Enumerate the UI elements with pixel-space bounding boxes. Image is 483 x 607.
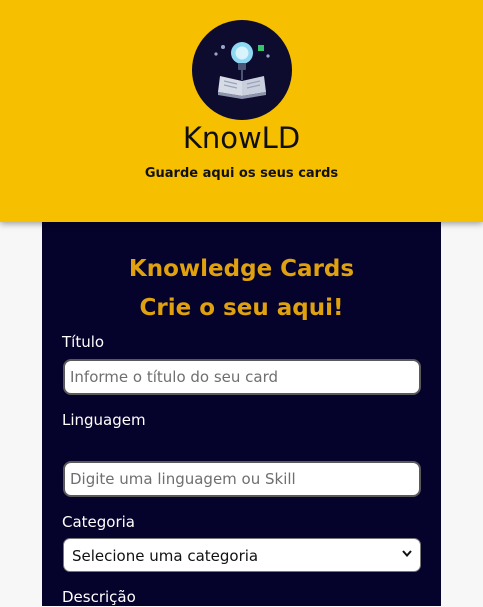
app-header: KnowLD Guarde aqui os seus cards bbox=[0, 0, 483, 222]
app-title: KnowLD bbox=[182, 121, 301, 155]
app-subtitle: Guarde aqui os seus cards bbox=[144, 166, 339, 181]
lightbulb-book-icon bbox=[214, 42, 270, 99]
form-title: Knowledge Cards bbox=[128, 256, 355, 282]
titulo-input[interactable] bbox=[63, 359, 421, 395]
categoria-select[interactable]: Selecione uma categoria bbox=[63, 538, 421, 572]
card-form: Knowledge Cards Crie o seu aqui! Título … bbox=[42, 222, 441, 606]
linguagem-input[interactable] bbox=[63, 461, 421, 497]
logo bbox=[192, 20, 292, 120]
titulo-label: Título bbox=[62, 333, 105, 351]
linguagem-label: Linguagem bbox=[62, 411, 146, 429]
categoria-label: Categoria bbox=[62, 513, 136, 531]
chevron-down-icon bbox=[402, 550, 412, 557]
categoria-selected-value: Selecione uma categoria bbox=[72, 547, 259, 565]
descricao-label: Descrição bbox=[62, 588, 136, 606]
form-subtitle: Crie o seu aqui! bbox=[139, 295, 344, 321]
